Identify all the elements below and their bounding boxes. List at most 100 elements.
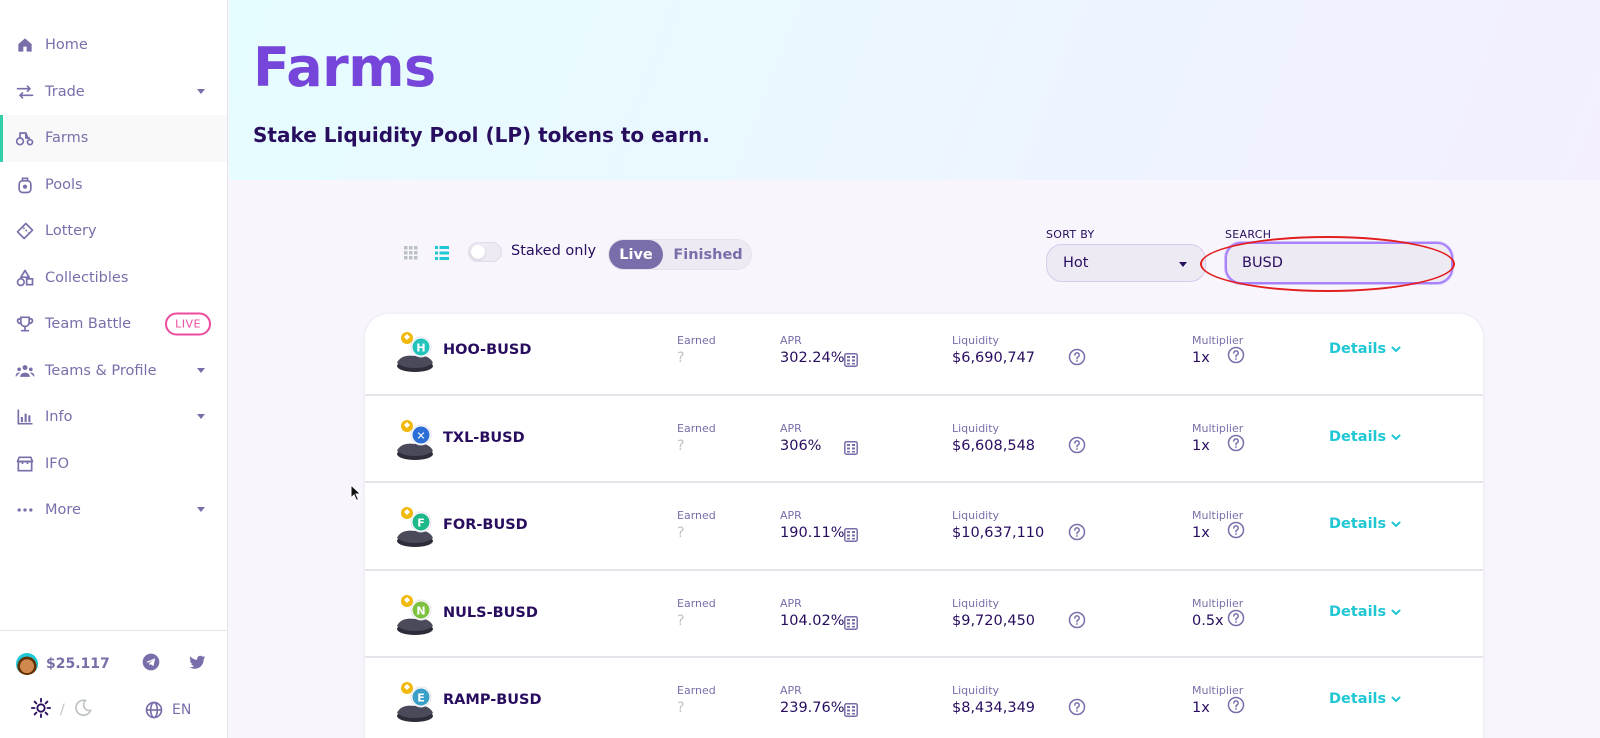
sort-select[interactable]: Hot (1046, 244, 1206, 282)
sidebar-item-collectibles[interactable]: Collectibles (0, 255, 227, 302)
sidebar-item-label: Teams & Profile (45, 362, 157, 379)
details-label: Details (1329, 603, 1387, 620)
sidebar-item-label: Trade (45, 83, 85, 100)
home-icon (14, 34, 36, 56)
liquidity-label: Liquidity (952, 334, 1000, 347)
help-icon[interactable] (1068, 436, 1086, 454)
earned-value: ? (677, 437, 685, 454)
theme-language-row: / EN (30, 697, 208, 723)
sun-icon[interactable] (30, 697, 52, 723)
shapes-icon (14, 267, 36, 289)
sidebar-item-home[interactable]: Home (0, 22, 227, 69)
caret-down-icon (1179, 262, 1187, 267)
help-icon[interactable] (1227, 521, 1245, 539)
ifo-icon (14, 453, 36, 475)
calculator-icon[interactable] (844, 528, 858, 542)
details-button[interactable]: Details (1329, 691, 1402, 707)
sidebar-item-ifo[interactable]: IFO (0, 441, 227, 488)
staked-only-toggle[interactable] (468, 242, 502, 262)
calculator-icon[interactable] (844, 615, 858, 630)
cake-price-row[interactable]: $25.117 (16, 651, 208, 677)
apr-value: 104.02% (780, 612, 845, 629)
chevron-down-icon (1391, 609, 1401, 615)
apr-value: 239.76% (780, 700, 845, 716)
help-icon[interactable] (1227, 346, 1245, 364)
chevron-down-icon (1391, 521, 1401, 527)
chart-icon (14, 406, 36, 428)
farm-icon (14, 127, 36, 149)
sidebar-item-label: More (45, 502, 81, 519)
multiplier-value: 0.5x (1192, 612, 1224, 629)
help-icon[interactable] (1068, 611, 1086, 629)
apr-label: APR (780, 334, 802, 347)
apr-label: APR (780, 421, 802, 435)
liquidity-value: $10,637,110 (952, 525, 1045, 541)
farm-row[interactable]: H HOO-BUSD Earned? APR 302.24% Liquidity $6,69… (365, 314, 1483, 396)
calculator-icon[interactable] (844, 703, 858, 717)
moon-icon[interactable] (73, 698, 93, 722)
lp-token-pair-icon: ✕ (397, 419, 433, 460)
help-icon[interactable] (1227, 609, 1245, 627)
help-icon[interactable] (1068, 348, 1086, 366)
calculator-icon[interactable] (844, 353, 858, 367)
liquidity-value: $9,720,450 (952, 612, 1036, 629)
sidebar-item-more[interactable]: More (0, 487, 227, 534)
staked-only-label: Staked only (511, 243, 597, 259)
theme-separator: / (60, 702, 65, 718)
help-icon[interactable] (1227, 696, 1245, 714)
sidebar-item-label: Lottery (45, 223, 97, 240)
trophy-icon (14, 313, 36, 335)
sidebar-item-team-battle[interactable]: Team Battle LIVE (0, 301, 227, 348)
lp-token-pair-icon: F (397, 507, 433, 547)
pool-icon (14, 174, 36, 196)
chevron-down-icon (197, 88, 205, 94)
grid-view-icon[interactable] (404, 245, 418, 260)
sidebar: Home Trade Farms Pools Lottery Collectib… (0, 0, 228, 738)
details-label: Details (1329, 341, 1387, 357)
earned-value: ? (677, 525, 685, 541)
cake-token-icon (16, 653, 38, 675)
farm-row[interactable]: F FOR-BUSD Earned? APR 190.11% Liquidity $10,6… (365, 483, 1483, 571)
farm-row[interactable]: E RAMP-BUSD Earned? APR 239.76% Liquidity $8,4… (365, 658, 1483, 738)
farm-row[interactable]: N NULS-BUSD Earned? APR 104.02% Liquidity $9,7… (365, 571, 1483, 658)
sidebar-item-pools[interactable]: Pools (0, 162, 227, 209)
details-button[interactable]: Details (1329, 429, 1402, 445)
earned-label: Earned (677, 509, 716, 522)
main-content: Farms Stake Liquidity Pool (LP) tokens t… (229, 0, 1600, 738)
chevron-down-icon (197, 507, 205, 513)
help-icon[interactable] (1068, 523, 1086, 541)
details-button[interactable]: Details (1329, 516, 1402, 532)
search-input[interactable] (1225, 242, 1453, 284)
farm-pair-name: HOO-BUSD (443, 342, 532, 358)
sidebar-item-lottery[interactable]: Lottery (0, 208, 227, 255)
farm-row[interactable]: ✕ TXL-BUSD Earned? APR 306% Liquidity $6,608,5… (365, 396, 1483, 483)
details-label: Details (1329, 516, 1387, 532)
tab-finished[interactable]: Finished (663, 240, 753, 269)
telegram-icon[interactable] (140, 651, 162, 673)
tab-live[interactable]: Live (609, 240, 663, 269)
svg-text:F: F (417, 517, 425, 530)
sidebar-item-teams-profile[interactable]: Teams & Profile (0, 348, 227, 395)
language-selector[interactable]: EN (144, 700, 191, 720)
chevron-down-icon (197, 414, 205, 420)
farm-controls: Staked only Live Finished SORT BY Hot SE… (229, 180, 1600, 300)
earned-label: Earned (677, 684, 716, 697)
details-button[interactable]: Details (1329, 341, 1402, 357)
list-view-icon[interactable] (435, 245, 449, 260)
page-title: Farms (253, 36, 436, 99)
multiplier-value: 1x (1192, 437, 1210, 454)
farms-table: H HOO-BUSD Earned? APR 302.24% Liquidity $6,69… (365, 314, 1483, 738)
sidebar-item-info[interactable]: Info (0, 394, 227, 441)
details-button[interactable]: Details (1329, 604, 1402, 620)
sidebar-item-farms[interactable]: Farms (0, 115, 227, 162)
chevron-down-icon (1391, 696, 1401, 702)
svg-text:N: N (416, 604, 425, 617)
sidebar-nav: Home Trade Farms Pools Lottery Collectib… (0, 0, 227, 534)
twitter-icon[interactable] (186, 651, 208, 673)
help-icon[interactable] (1227, 434, 1245, 452)
sidebar-item-trade[interactable]: Trade (0, 69, 227, 116)
sidebar-item-label: IFO (45, 455, 70, 472)
help-icon[interactable] (1068, 698, 1086, 716)
calculator-icon[interactable] (844, 440, 858, 455)
lp-token-pair-icon: N (397, 594, 433, 635)
